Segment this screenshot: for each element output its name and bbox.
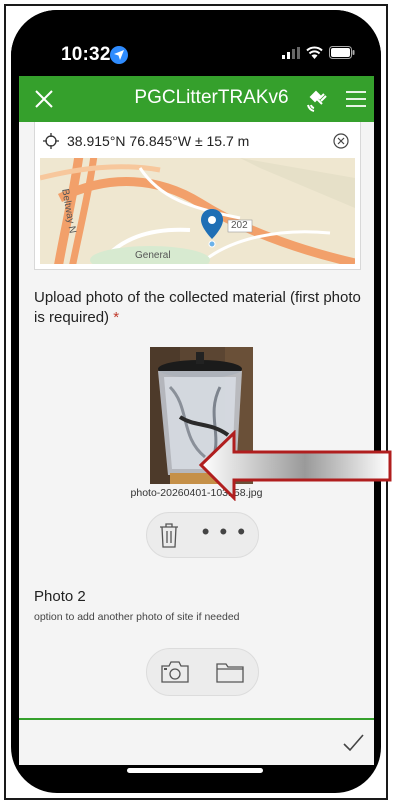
status-time: 10:32 [61, 44, 111, 65]
app-header: PGCLitterTRAKv6 [19, 76, 374, 122]
required-marker: * [113, 309, 120, 326]
upload-photo-question: Upload photo of the collected material (… [34, 288, 368, 328]
location-row: 38.915°N 76.845°W ± 15.7 m [43, 129, 352, 153]
photo2-actions [146, 648, 259, 696]
submit-check-icon[interactable] [340, 730, 366, 756]
photo-actions: • • • [146, 512, 259, 558]
map-route-label: 202 [231, 220, 248, 231]
map-roads [40, 158, 355, 264]
location-services-icon [110, 46, 128, 64]
more-options-button[interactable]: • • • [202, 521, 247, 543]
clear-location-icon[interactable] [332, 132, 350, 150]
map-place-label: General [135, 250, 171, 261]
camera-icon[interactable] [160, 660, 190, 684]
location-card: 38.915°N 76.845°W ± 15.7 m Beltway N 202… [34, 122, 361, 270]
status-bar: 10:32 [11, 10, 381, 86]
location-map[interactable]: Beltway N 202 General [40, 158, 355, 264]
map-pin-icon [201, 209, 223, 248]
gps-satellite-icon[interactable] [304, 85, 332, 113]
location-coordinates: 38.915°N 76.845°W ± 15.7 m [67, 133, 250, 149]
wifi-icon [306, 46, 323, 59]
annotation-arrow-icon [198, 430, 392, 501]
status-icons [282, 46, 355, 59]
crosshair-icon [43, 133, 59, 149]
form-footer [19, 718, 374, 765]
photo2-hint: option to add another photo of site if n… [34, 611, 240, 623]
folder-icon[interactable] [215, 660, 245, 684]
upload-photo-label: Upload photo of the collected material (… [34, 289, 361, 326]
home-indicator [127, 768, 263, 773]
trash-icon[interactable] [158, 522, 180, 548]
menu-icon[interactable] [344, 87, 368, 111]
photo2-title: Photo 2 [34, 588, 86, 605]
form-content[interactable]: 38.915°N 76.845°W ± 15.7 m Beltway N 202… [19, 122, 374, 718]
cellular-signal-icon [282, 46, 300, 59]
battery-icon [329, 46, 355, 59]
